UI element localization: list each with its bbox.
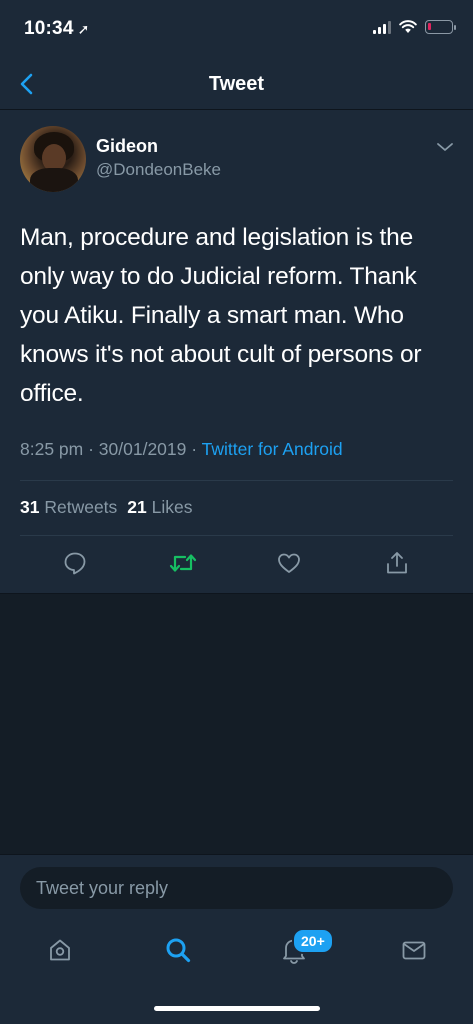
location-arrow-icon: ➚ <box>77 21 90 37</box>
empty-replies-area <box>0 594 473 854</box>
reply-icon <box>64 552 86 575</box>
home-indicator[interactable] <box>154 1006 320 1011</box>
tab-messages[interactable] <box>396 932 432 968</box>
status-indicators <box>373 20 456 34</box>
wifi-icon <box>399 20 417 33</box>
author-name[interactable]: Gideon <box>96 136 158 157</box>
retweets-label: Retweets <box>44 497 118 517</box>
heart-icon <box>278 553 300 573</box>
notifications-badge: 20+ <box>292 928 334 954</box>
divider <box>20 535 453 536</box>
tweet-text: Man, procedure and legislation is the on… <box>20 224 422 407</box>
share-button[interactable] <box>380 546 414 580</box>
tweet-timestamp: 8:25 pm · 30/01/2019 · <box>20 439 202 459</box>
reply-input[interactable] <box>20 867 453 909</box>
tweet-meta: 8:25 pm · 30/01/2019 · Twitter for Andro… <box>20 439 343 460</box>
likes-stat[interactable]: 21 Likes <box>127 497 192 517</box>
like-button[interactable] <box>272 546 306 580</box>
battery-low-icon <box>425 20 456 34</box>
home-icon <box>50 939 70 961</box>
search-icon <box>166 938 191 963</box>
retweets-count: 31 <box>20 497 40 517</box>
reply-button[interactable] <box>58 546 92 580</box>
tab-search[interactable] <box>160 932 196 968</box>
likes-count: 21 <box>127 497 147 517</box>
status-time: 10:34 ➚ <box>24 18 90 40</box>
avatar[interactable] <box>20 126 86 192</box>
status-bar: 10:34 ➚ <box>0 0 473 58</box>
tweet-options-button[interactable] <box>435 140 455 154</box>
retweet-button[interactable] <box>166 546 200 580</box>
chevron-down-icon <box>437 143 453 151</box>
mail-icon <box>402 941 426 960</box>
clock-time: 10:34 <box>24 18 74 39</box>
retweets-stat[interactable]: 31 Retweets <box>20 497 117 517</box>
tab-home[interactable] <box>42 932 78 968</box>
retweet-icon <box>169 554 197 572</box>
tweet-card: Gideon @DondeonBeke Man, procedure and l… <box>0 110 473 594</box>
reply-bar <box>0 854 473 916</box>
author-handle[interactable]: @DondeonBeke <box>96 160 221 180</box>
tweet-source-link[interactable]: Twitter for Android <box>202 439 343 459</box>
navigation-bar: Tweet <box>0 58 473 110</box>
tweet-actions <box>0 546 473 582</box>
share-icon <box>387 552 407 574</box>
tweet-stats: 31 Retweets 21 Likes <box>20 497 193 518</box>
divider <box>20 480 453 481</box>
page-title: Tweet <box>208 73 265 95</box>
cellular-signal-icon <box>373 20 391 34</box>
likes-label: Likes <box>151 497 193 517</box>
